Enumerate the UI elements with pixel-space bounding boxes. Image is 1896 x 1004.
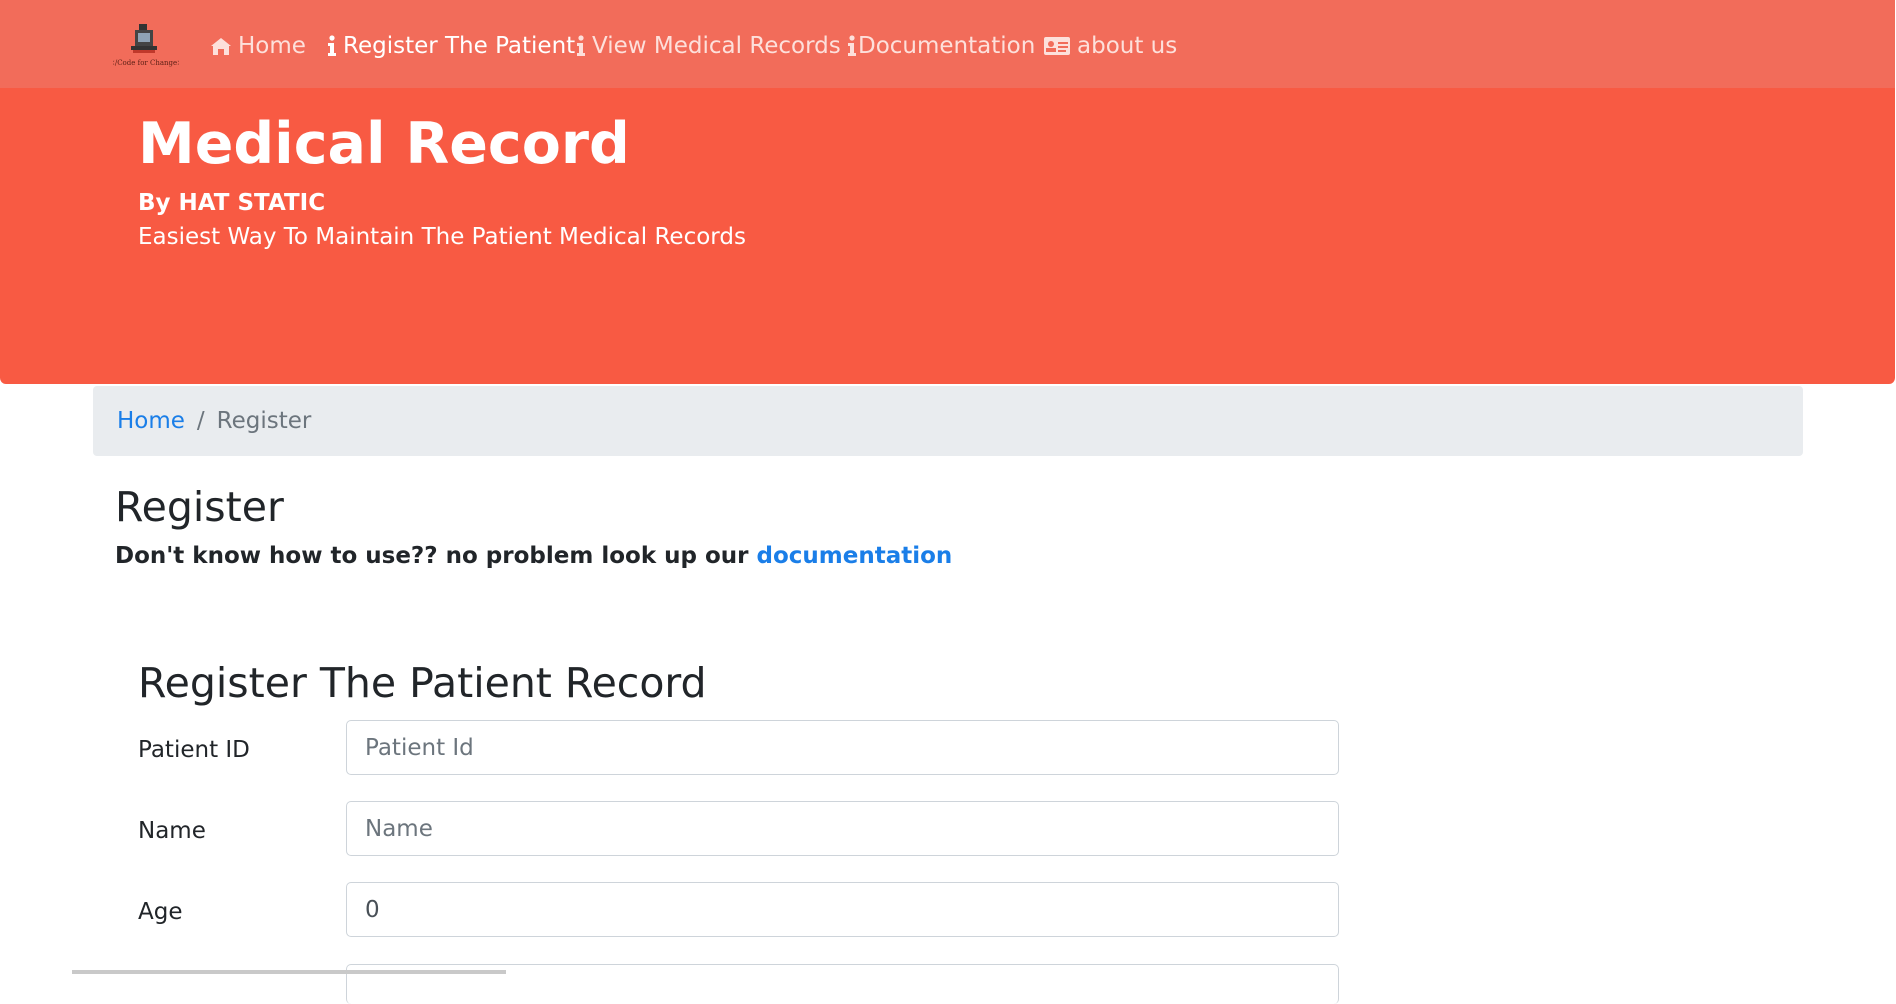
- breadcrumb-separator: /: [196, 408, 205, 434]
- page-title: Register: [115, 483, 284, 531]
- hero-banner: </Code for Change> Home Register The Pat…: [0, 0, 1895, 384]
- nav-view-medical-records[interactable]: View Medical Records: [576, 30, 841, 62]
- help-text-prefix: Don't know how to use?? no problem look …: [115, 543, 757, 569]
- nav-documentation[interactable]: Documentation: [847, 30, 1035, 62]
- nav-register-patient[interactable]: Register The Patient: [327, 30, 575, 62]
- nav-about-us[interactable]: about us: [1043, 30, 1177, 62]
- nav-home[interactable]: Home: [210, 30, 306, 62]
- hero-byline: By HAT STATIC: [138, 190, 326, 216]
- form-title: Register The Patient Record: [138, 659, 707, 707]
- brand-logo[interactable]: </Code for Change>: [109, 22, 183, 70]
- age-label: Age: [138, 899, 183, 925]
- horizontal-scrollbar[interactable]: [72, 970, 506, 974]
- info-icon: [848, 35, 856, 56]
- brand-caption: </Code for Change>: [113, 59, 179, 67]
- help-text: Don't know how to use?? no problem look …: [115, 543, 952, 569]
- documentation-link[interactable]: documentation: [757, 543, 953, 569]
- breadcrumb-home-link[interactable]: Home: [117, 408, 185, 434]
- nav-documentation-label: Documentation: [858, 33, 1036, 59]
- patient-id-input[interactable]: [346, 720, 1339, 775]
- nav-register-patient-label: Register The Patient: [343, 33, 576, 59]
- hero-tagline: Easiest Way To Maintain The Patient Medi…: [138, 224, 746, 250]
- name-input[interactable]: [346, 801, 1339, 856]
- breadcrumb: Home / Register: [93, 386, 1803, 456]
- breadcrumb-current: Register: [216, 408, 312, 434]
- id-card-icon: [1044, 37, 1070, 55]
- home-icon: [211, 38, 231, 55]
- info-icon: [328, 35, 336, 56]
- hero-title: Medical Record: [138, 111, 630, 177]
- age-input[interactable]: [346, 882, 1339, 937]
- nav-view-medical-records-label: View Medical Records: [592, 33, 841, 59]
- info-icon: [577, 35, 585, 56]
- nav-home-label: Home: [238, 33, 306, 59]
- nav-about-us-label: about us: [1077, 33, 1178, 59]
- patient-id-label: Patient ID: [138, 737, 250, 763]
- top-navbar: </Code for Change> Home Register The Pat…: [0, 0, 1895, 88]
- name-label: Name: [138, 818, 206, 844]
